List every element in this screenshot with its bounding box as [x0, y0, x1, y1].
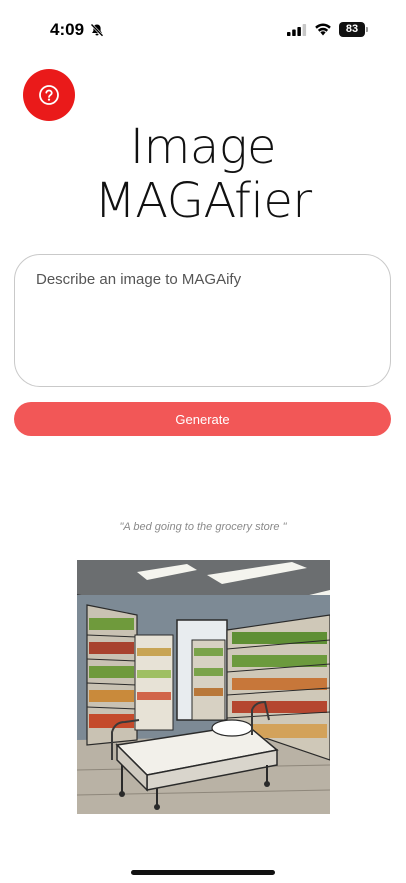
page-title: Image MAGAfier	[0, 120, 406, 228]
status-time: 4:09	[50, 20, 85, 39]
status-bar: 4:09 83	[0, 0, 406, 60]
bell-slash-icon	[90, 23, 104, 37]
question-circle-icon	[39, 85, 59, 105]
generate-button[interactable]: Generate	[14, 402, 391, 436]
page-title-line-1: Image	[129, 119, 277, 175]
help-button[interactable]	[23, 69, 75, 121]
cellular-signal-icon	[287, 24, 307, 36]
image-caption: "A bed going to the grocery store "	[119, 521, 287, 533]
home-indicator[interactable]	[131, 870, 275, 875]
battery-icon: 83	[339, 22, 368, 37]
page-title-line-2: MAGAfier	[94, 173, 312, 229]
prompt-input[interactable]	[14, 254, 391, 387]
wifi-icon	[315, 23, 331, 36]
generated-image	[77, 560, 330, 814]
battery-level: 83	[339, 22, 365, 37]
